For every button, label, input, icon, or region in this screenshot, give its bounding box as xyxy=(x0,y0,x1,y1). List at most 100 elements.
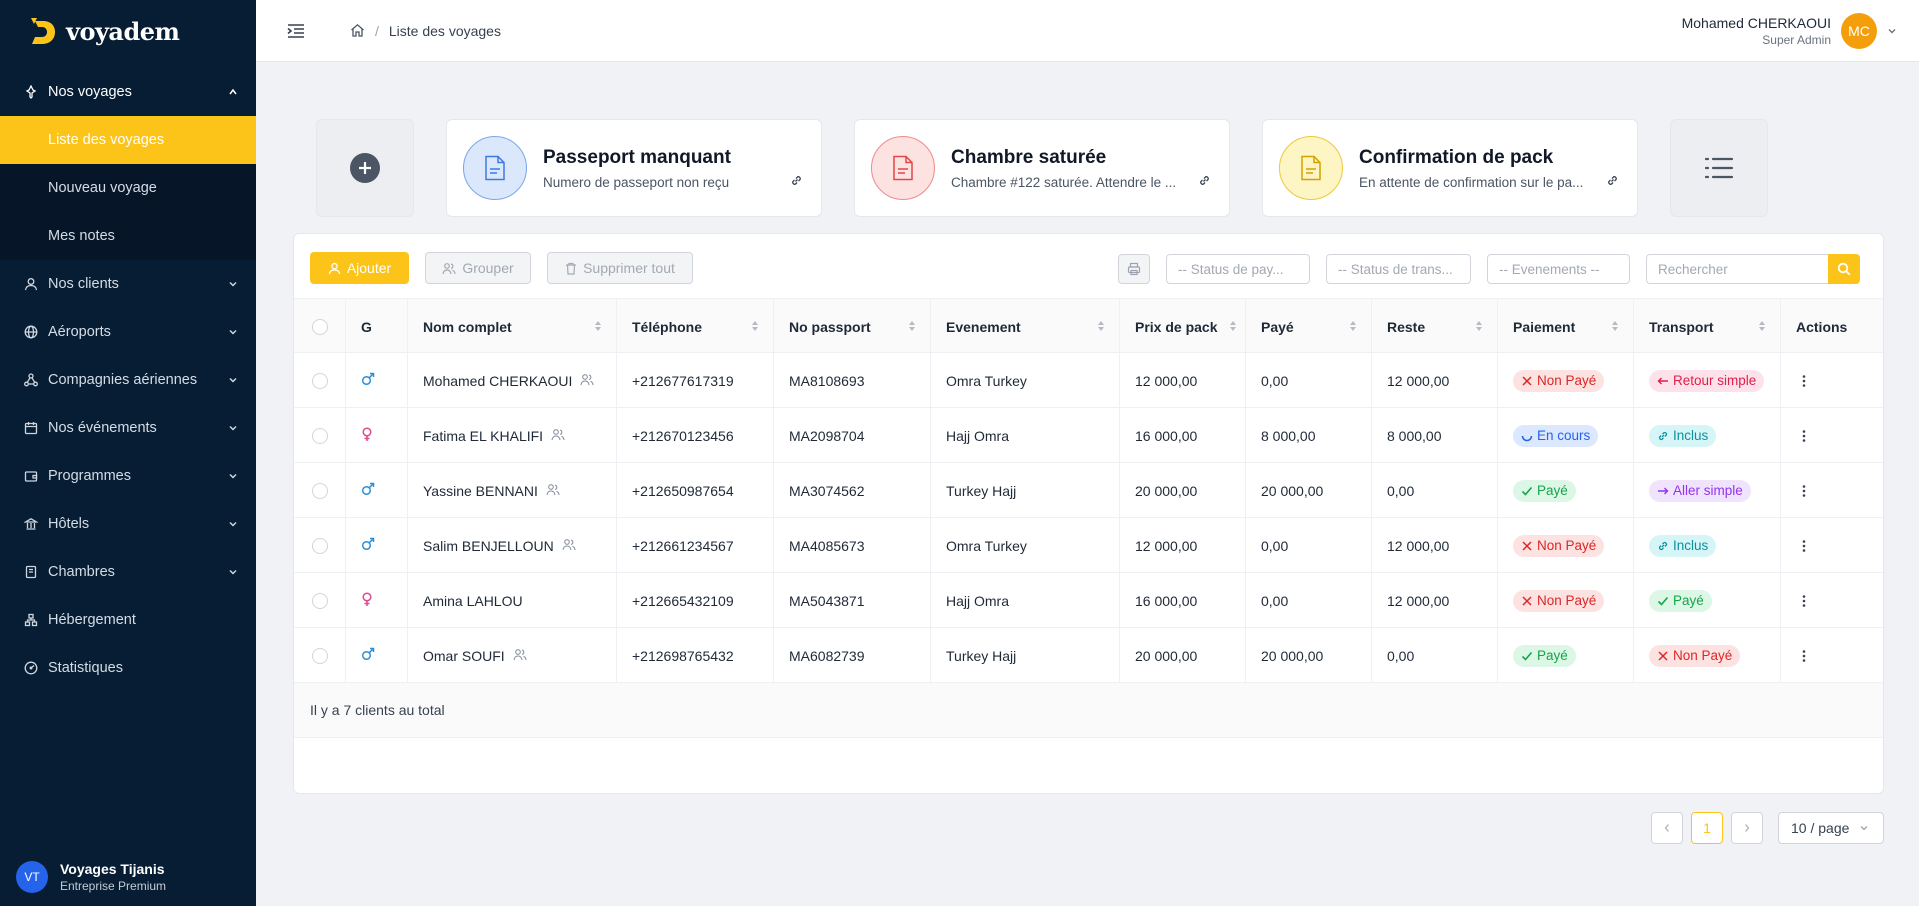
more-actions-icon[interactable] xyxy=(1796,370,1812,392)
row-checkbox[interactable] xyxy=(311,372,328,389)
alerts-list-button[interactable] xyxy=(1670,119,1768,217)
group-icon[interactable] xyxy=(513,648,527,664)
sidebar-item-nos-voyages[interactable]: Nos voyages xyxy=(0,68,256,116)
prev-page-button[interactable] xyxy=(1651,812,1683,844)
column-header-rest[interactable]: Reste xyxy=(1371,299,1497,354)
sidebar-item-aeroports[interactable]: Aéroports xyxy=(0,308,256,356)
table-row[interactable]: Salim BENJELLOUN +212661234567 MA4085673 Om… xyxy=(294,518,1883,573)
sidebar-subitem-nouveau-voyage[interactable]: Nouveau voyage xyxy=(0,164,256,212)
payment-status-badge: Payé xyxy=(1513,644,1576,667)
add-alert-button[interactable] xyxy=(316,119,414,217)
menu-collapse-button[interactable] xyxy=(280,15,312,47)
alert-card-passeport[interactable]: Passeport manquant Numero de passeport n… xyxy=(446,119,822,217)
page-button-current[interactable]: 1 xyxy=(1691,812,1723,844)
alert-card-chambre[interactable]: Chambre saturée Chambre #122 saturée. At… xyxy=(854,119,1230,217)
price-cell: 12 000,00 xyxy=(1119,353,1245,408)
more-actions-icon[interactable] xyxy=(1796,645,1812,667)
male-icon xyxy=(361,482,375,499)
row-checkbox[interactable] xyxy=(311,427,328,444)
page-size-select[interactable]: 10 / page xyxy=(1778,812,1884,844)
group-icon[interactable] xyxy=(551,428,565,444)
delete-all-button[interactable]: Supprimer tout xyxy=(547,252,693,284)
table-row[interactable]: Fatima EL KHALIFI +212670123456 MA2098704 H… xyxy=(294,408,1883,463)
group-icon xyxy=(442,262,456,274)
passport-cell: MA2098704 xyxy=(773,408,930,463)
column-header-event[interactable]: Evenement xyxy=(930,299,1119,354)
name-cell: Omar SOUFI xyxy=(407,628,616,683)
sidebar-item-hotels[interactable]: Hôtels xyxy=(0,500,256,548)
organization-switcher[interactable]: VT Voyages Tijanis Entreprise Premium xyxy=(0,848,256,906)
x-icon xyxy=(1657,650,1669,662)
link-icon[interactable] xyxy=(1606,174,1619,187)
user-menu[interactable]: Mohamed CHERKAOUI Super Admin MC xyxy=(1682,0,1897,62)
sidebar-nav: Nos voyages Liste des voyages Nouveau vo… xyxy=(0,68,256,692)
sidebar-item-hebergement[interactable]: Hébergement xyxy=(0,596,256,644)
row-checkbox[interactable] xyxy=(311,482,328,499)
more-actions-icon[interactable] xyxy=(1796,535,1812,557)
chevron-left-icon xyxy=(1664,824,1670,832)
sidebar-item-compagnies-aeriennes[interactable]: Compagnies aériennes xyxy=(0,356,256,404)
delete-all-button-label: Supprimer tout xyxy=(583,260,675,276)
sort-icon xyxy=(909,321,915,331)
column-header-passport[interactable]: No passport xyxy=(773,299,930,354)
column-header-label: Reste xyxy=(1387,318,1426,335)
more-actions-icon[interactable] xyxy=(1796,480,1812,502)
group-icon[interactable] xyxy=(546,483,560,499)
table-row[interactable]: Amina LAHLOU +212665432109 MA5043871 Hajj O… xyxy=(294,573,1883,628)
sidebar-item-nos-clients[interactable]: Nos clients xyxy=(0,260,256,308)
link-icon[interactable] xyxy=(790,174,803,187)
payment-status-badge: Non Payé xyxy=(1513,369,1605,392)
sidebar-item-programmes[interactable]: Programmes xyxy=(0,452,256,500)
sidebar-subitem-mes-notes[interactable]: Mes notes xyxy=(0,212,256,260)
client-name: Fatima EL KHALIFI xyxy=(423,427,544,444)
phone-cell: +212670123456 xyxy=(616,408,773,463)
table-row[interactable]: Yassine BENNANI +212650987654 MA3074562 Tur… xyxy=(294,463,1883,518)
group-icon[interactable] xyxy=(580,373,594,389)
column-header-name[interactable]: Nom complet xyxy=(407,299,616,354)
plus-circle-icon xyxy=(350,153,380,183)
table-row[interactable]: Omar SOUFI +212698765432 MA6082739 Turkey H… xyxy=(294,628,1883,683)
next-page-button[interactable] xyxy=(1731,812,1763,844)
column-header-payment[interactable]: Paiement xyxy=(1497,299,1633,354)
select-all-checkbox[interactable] xyxy=(311,318,328,335)
home-icon[interactable] xyxy=(350,23,365,38)
transport-status-label: Payé xyxy=(1673,593,1704,608)
row-checkbox[interactable] xyxy=(311,592,328,609)
add-button[interactable]: Ajouter xyxy=(310,252,409,284)
passport-cell: MA6082739 xyxy=(773,628,930,683)
column-header-price[interactable]: Prix de pack xyxy=(1119,299,1245,354)
payment-status-filter[interactable]: -- Status de pay... xyxy=(1166,254,1310,284)
transport-status-filter[interactable]: -- Status de trans... xyxy=(1326,254,1471,284)
alert-card-confirmation[interactable]: Confirmation de pack En attente de confi… xyxy=(1262,119,1638,217)
print-button[interactable] xyxy=(1118,254,1150,284)
table-row[interactable]: Mohamed CHERKAOUI +212677617319 MA8108693 O… xyxy=(294,353,1883,408)
search-input[interactable]: Rechercher xyxy=(1646,254,1828,284)
sidebar-item-chambres[interactable]: Chambres xyxy=(0,548,256,596)
more-actions-icon[interactable] xyxy=(1796,590,1812,612)
sort-icon xyxy=(595,321,601,331)
column-header-phone[interactable]: Téléphone xyxy=(616,299,773,354)
more-actions-icon[interactable] xyxy=(1796,425,1812,447)
printer-icon xyxy=(1127,262,1141,276)
cluster-icon xyxy=(24,613,38,627)
logo[interactable]: voyadem xyxy=(0,0,256,62)
column-header-transport[interactable]: Transport xyxy=(1633,299,1780,354)
column-header-paid[interactable]: Payé xyxy=(1245,299,1371,354)
group-button[interactable]: Grouper xyxy=(425,252,531,284)
row-checkbox[interactable] xyxy=(311,647,328,664)
row-checkbox[interactable] xyxy=(311,537,328,554)
events-filter[interactable]: -- Evenements -- xyxy=(1487,254,1630,284)
transport-status-badge: Inclus xyxy=(1649,424,1717,447)
chevron-down-icon xyxy=(229,377,237,383)
paid-cell: 0,00 xyxy=(1245,353,1371,408)
group-icon[interactable] xyxy=(562,538,576,554)
sidebar-subitem-liste-des-voyages[interactable]: Liste des voyages xyxy=(0,116,256,164)
link-icon[interactable] xyxy=(1198,174,1211,187)
gender-cell xyxy=(345,463,407,518)
search-button[interactable] xyxy=(1828,254,1860,284)
phone-cell: +212665432109 xyxy=(616,573,773,628)
transport-status-badge: Inclus xyxy=(1649,534,1717,557)
sidebar-item-statistiques[interactable]: Statistiques xyxy=(0,644,256,692)
rest-cell: 12 000,00 xyxy=(1371,353,1497,408)
sidebar-item-nos-evenements[interactable]: Nos événements xyxy=(0,404,256,452)
